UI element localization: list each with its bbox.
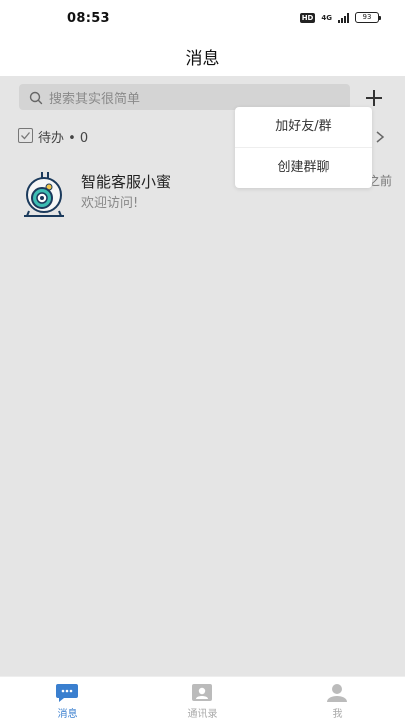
hd-badge: HD: [299, 12, 316, 23]
tab-me[interactable]: 我: [270, 677, 405, 720]
tab-messages[interactable]: 消息: [0, 677, 135, 720]
robot-avatar-icon: [18, 168, 70, 220]
chat-name: 智能客服小蜜: [81, 173, 172, 191]
tab-label: 通讯录: [187, 709, 218, 720]
status-time: 08:53: [67, 11, 110, 26]
create-group-chat-menu-item[interactable]: 创建群聊: [235, 148, 372, 188]
status-icons: HD 4G 93: [299, 12, 381, 23]
chat-bubble-icon: [55, 683, 79, 703]
add-friend-group-menu-item[interactable]: 加好友/群: [235, 107, 372, 147]
network-label: 4G: [321, 13, 332, 22]
contacts-icon: [190, 683, 214, 703]
battery-icon: 93: [355, 12, 381, 23]
chevron-right-icon: [375, 129, 385, 143]
title-bar: 消息: [0, 38, 405, 76]
tab-label: 消息: [57, 709, 78, 720]
signal-icon: [338, 12, 349, 23]
todo-label: 待办 • 0: [38, 131, 89, 146]
checkbox-icon: [18, 128, 33, 143]
tab-bar: 消息 通讯录 我: [0, 676, 405, 720]
popup-menu: 加好友/群 创建群聊: [235, 107, 372, 188]
search-placeholder: 搜索其实很简单: [49, 91, 141, 107]
person-icon: [325, 683, 349, 703]
tab-contacts[interactable]: 通讯录: [135, 677, 270, 720]
tab-label: 我: [332, 709, 343, 720]
chat-preview: 欢迎访问!: [81, 196, 139, 211]
page-title: 消息: [185, 49, 220, 69]
search-icon: [29, 90, 43, 105]
status-bar: 08:53 HD 4G 93: [0, 0, 405, 38]
